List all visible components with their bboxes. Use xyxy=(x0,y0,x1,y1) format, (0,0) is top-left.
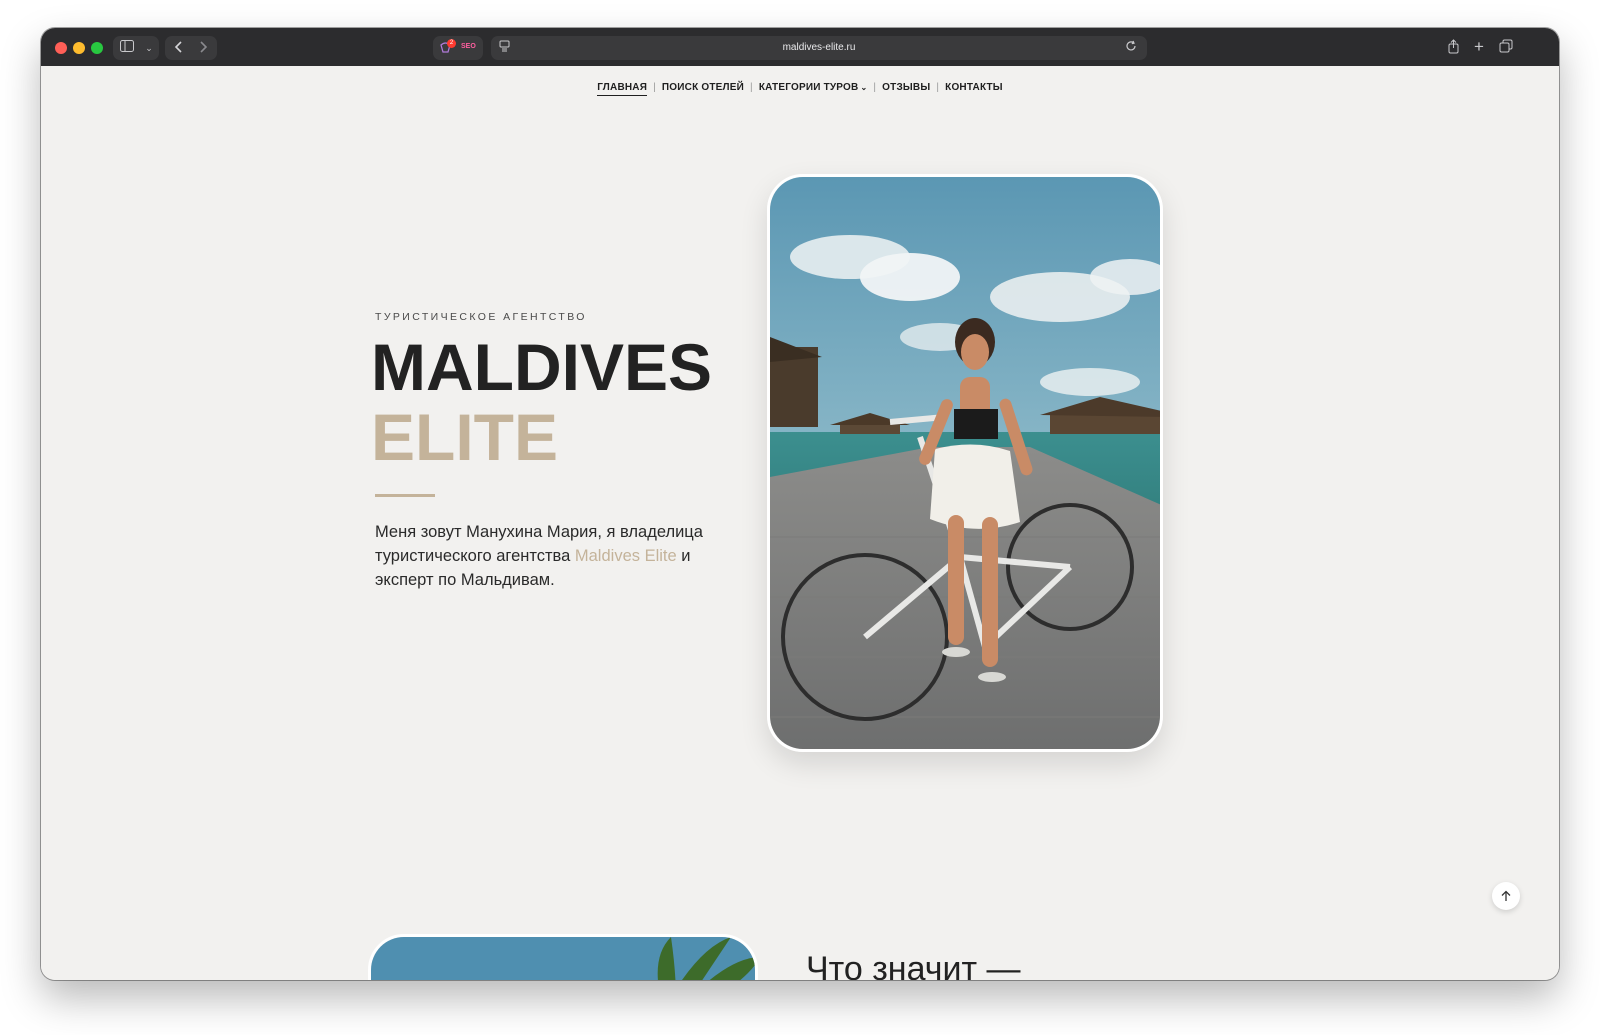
extension-label: SEO xyxy=(461,43,476,50)
reload-icon[interactable] xyxy=(1125,40,1139,56)
address-bar[interactable]: maldives-elite.ru xyxy=(491,36,1147,60)
hero-title-line1: MALDIVES xyxy=(371,330,713,404)
nav-separator: | xyxy=(936,82,940,93)
zoom-window-button[interactable] xyxy=(91,42,103,54)
sidebar-icon[interactable] xyxy=(119,40,135,56)
nav-separator: | xyxy=(873,82,877,93)
nav-item-home[interactable]: ГЛАВНАЯ xyxy=(597,82,648,96)
intro-brand-link: Maldives Elite xyxy=(574,547,677,565)
extension-badge: 2 xyxy=(447,39,456,48)
plus-icon[interactable]: + xyxy=(1471,38,1487,55)
section2-photo xyxy=(368,934,758,980)
hero-divider xyxy=(375,494,435,497)
browser-toolbar: ⌄ 2 SEO maldives-elite.ru + xyxy=(41,28,1559,66)
nav-item-tour-categories-label: КАТЕГОРИИ ТУРОВ xyxy=(758,82,859,93)
tabs-overview-icon[interactable] xyxy=(1498,39,1514,55)
sidebar-toggle-group: ⌄ xyxy=(113,36,159,60)
hero-eyebrow: ТУРИСТИЧЕСКОЕ АГЕНТСТВО xyxy=(375,311,587,323)
seo-extension-button[interactable]: 2 SEO xyxy=(433,36,483,60)
nav-item-hotel-search[interactable]: ПОИСК ОТЕЛЕЙ xyxy=(662,82,744,93)
chevron-left-icon[interactable] xyxy=(171,40,187,56)
nav-item-reviews[interactable]: ОТЗЫВЫ xyxy=(882,82,930,93)
nav-separator: | xyxy=(653,82,656,93)
web-page: ГЛАВНАЯ | ПОИСК ОТЕЛЕЙ | КАТЕГОРИИ ТУРОВ ⌄ | ОТ… xyxy=(41,66,1559,980)
chevron-down-icon[interactable]: ⌄ xyxy=(141,40,157,56)
nav-item-contacts[interactable]: КОНТАКТЫ xyxy=(945,82,1003,93)
hero-intro: Меня зовут Манухина Мария, я владелица т… xyxy=(375,520,715,592)
scroll-to-top-button[interactable] xyxy=(1492,882,1520,910)
nav-separator: | xyxy=(750,82,753,93)
history-nav-group xyxy=(165,36,217,60)
url-text[interactable]: maldives-elite.ru xyxy=(491,36,1147,60)
hero-photo xyxy=(767,174,1163,752)
chevron-down-icon: ⌄ xyxy=(860,83,868,92)
hero-title-line2: ELITE xyxy=(371,400,559,474)
main-nav: ГЛАВНАЯ | ПОИСК ОТЕЛЕЙ | КАТЕГОРИИ ТУРОВ ⌄ | ОТ… xyxy=(41,82,1559,96)
section2-title: Что значит — xyxy=(806,950,1021,980)
chevron-right-icon[interactable] xyxy=(195,40,211,56)
close-window-button[interactable] xyxy=(55,42,67,54)
browser-window: ⌄ 2 SEO maldives-elite.ru + ГЛАВНАЯ | ПО… xyxy=(41,28,1559,980)
share-icon[interactable] xyxy=(1445,39,1461,55)
minimize-window-button[interactable] xyxy=(73,42,85,54)
arrow-up-icon xyxy=(1501,890,1511,901)
nav-item-tour-categories[interactable]: КАТЕГОРИИ ТУРОВ ⌄ xyxy=(759,82,868,93)
